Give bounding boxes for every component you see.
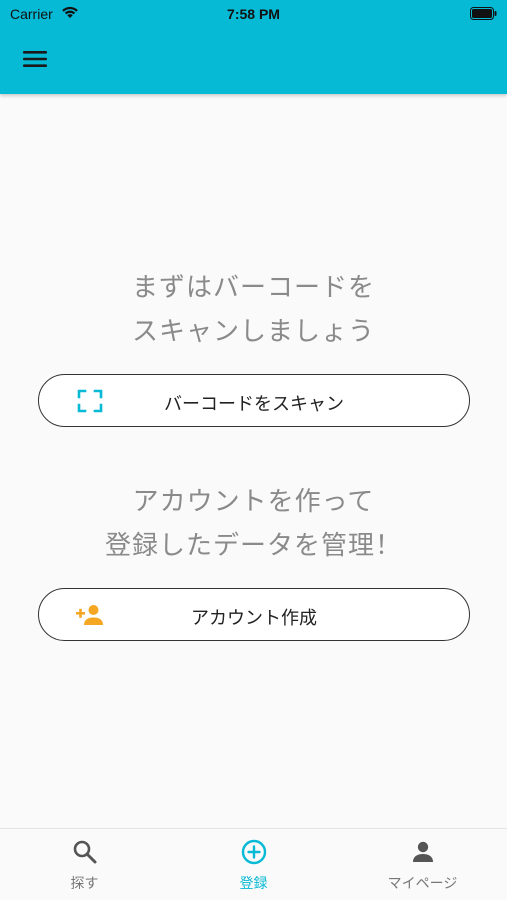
create-account-button-label: アカウント作成 <box>191 608 317 629</box>
scan-prompt: まずはバーコードを スキャンしましょう <box>0 266 507 354</box>
battery-icon <box>470 7 497 20</box>
nav-item-register[interactable]: 登録 <box>169 829 338 900</box>
app-screen: Carrier 7:58 PM まずはバーコードを スキャンしましょう バーコー… <box>0 0 507 900</box>
account-prompt: アカウントを作って 登録したデータを管理！ <box>0 480 507 568</box>
app-bar: Carrier 7:58 PM <box>0 0 507 94</box>
nav-item-register-label: 登録 <box>239 876 268 892</box>
person-icon <box>413 841 433 862</box>
scan-barcode-button-label: バーコードをスキャン <box>164 394 344 415</box>
account-prompt-line1: アカウントを作って <box>132 487 375 517</box>
account-prompt-line2: 登録したデータを管理！ <box>104 531 402 561</box>
hamburger-menu-button[interactable] <box>18 44 52 74</box>
hamburger-menu-icon <box>23 51 47 67</box>
add-circle-icon <box>241 839 267 865</box>
status-bar: Carrier 7:58 PM <box>0 0 507 28</box>
create-account-button[interactable]: アカウント作成 <box>38 588 470 641</box>
nav-item-search-label: 探す <box>70 876 99 892</box>
search-icon <box>73 840 97 864</box>
scan-prompt-line2: スキャンしましょう <box>131 317 375 347</box>
nav-item-mypage[interactable]: マイページ <box>338 829 507 900</box>
nav-item-search[interactable]: 探す <box>0 829 169 900</box>
bottom-navigation: 探す 登録 マイページ <box>0 828 507 900</box>
status-time: 7:58 PM <box>227 6 280 22</box>
nav-item-mypage-label: マイページ <box>387 876 458 892</box>
scan-barcode-button[interactable]: バーコードをスキャン <box>38 374 470 427</box>
scan-prompt-line1: まずはバーコードを <box>131 273 375 303</box>
